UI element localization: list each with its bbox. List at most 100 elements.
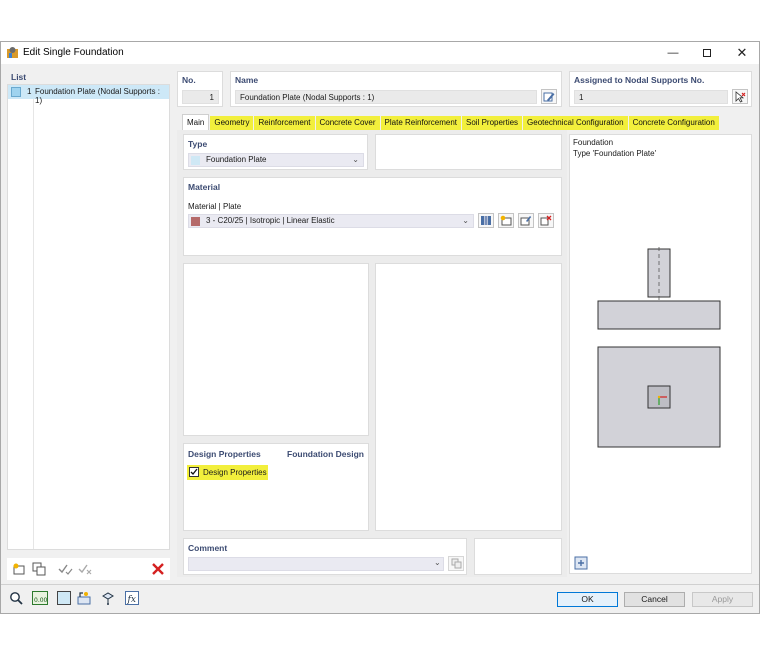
dialog-window: Edit Single Foundation — ✕ List 1 Founda… <box>0 41 760 614</box>
delete-icon <box>152 563 164 575</box>
color-button[interactable] <box>56 590 72 606</box>
new-item-button[interactable] <box>11 561 27 577</box>
preview-panel: Foundation Type 'Foundation Plate' <box>569 134 752 574</box>
new-item-icon <box>13 563 25 575</box>
check-all-button[interactable] <box>57 561 73 577</box>
comment-header: Comment <box>188 543 228 553</box>
comment-panel: Comment ⌄ <box>183 538 467 575</box>
comment-copy-icon <box>451 558 461 569</box>
list-header: List <box>11 72 27 82</box>
close-icon: ✕ <box>736 45 748 60</box>
main-tab-content: Type Foundation Plate ⌄ Material Materia… <box>177 130 567 577</box>
copy-item-button[interactable] <box>31 561 47 577</box>
tab-plate-reinforcement[interactable]: Plate Reinforcement <box>380 116 462 130</box>
material-remove-icon <box>540 215 552 226</box>
design-properties-checkbox[interactable] <box>189 467 199 477</box>
new-material-icon <box>500 215 512 226</box>
window-title: Edit Single Foundation <box>23 47 124 58</box>
tab-bar: Main Geometry Reinforcement Concrete Cov… <box>182 114 720 130</box>
new-material-button[interactable] <box>498 213 514 228</box>
uncheck-all-icon <box>78 564 92 575</box>
edit-pencil-icon <box>543 92 555 101</box>
list-item[interactable]: 1 Foundation Plate (Nodal Supports : 1) <box>8 85 169 105</box>
no-panel: No. 1 <box>177 71 223 107</box>
type-select[interactable]: Foundation Plate ⌄ <box>188 153 364 167</box>
no-field[interactable]: 1 <box>182 90 219 104</box>
view-button[interactable] <box>100 590 116 606</box>
svg-text:0.00: 0.00 <box>34 597 48 604</box>
library-books-icon <box>481 216 491 225</box>
chevron-down-icon: ⌄ <box>434 558 441 567</box>
tab-geotechnical-configuration[interactable]: Geotechnical Configuration <box>523 116 628 130</box>
svg-text:fx: fx <box>127 595 136 605</box>
units-button[interactable]: 0.00 <box>32 590 48 606</box>
design-properties-checkbox-row[interactable]: Design Properties <box>187 465 268 480</box>
edit-name-button[interactable] <box>541 89 557 104</box>
checkmark-icon <box>190 468 198 475</box>
select-nodal-supports-button[interactable] <box>732 89 748 104</box>
list-item-label: Foundation Plate (Nodal Supports : 1) <box>35 87 160 105</box>
left-blank-panel <box>183 263 369 436</box>
search-info-icon <box>10 592 23 605</box>
chevron-down-icon: ⌄ <box>462 216 469 225</box>
type-panel: Type Foundation Plate ⌄ <box>183 134 368 170</box>
formula-button[interactable]: fx <box>124 590 140 606</box>
right-blank-panel <box>375 263 562 531</box>
assigned-field[interactable]: 1 <box>574 90 728 104</box>
color-swatch-icon <box>57 591 71 605</box>
copy-icon <box>32 562 46 576</box>
bottom-divider <box>1 584 759 585</box>
maximize-button[interactable] <box>696 45 718 61</box>
uncheck-all-button[interactable] <box>77 561 93 577</box>
delete-material-button[interactable] <box>538 213 554 228</box>
display-settings-button[interactable] <box>76 590 92 606</box>
tab-concrete-cover[interactable]: Concrete Cover <box>315 116 380 130</box>
close-button[interactable]: ✕ <box>731 45 753 61</box>
list-panel: 1 Foundation Plate (Nodal Supports : 1) <box>7 84 170 550</box>
design-properties-panel: Design Properties Foundation Design Desi… <box>183 443 369 531</box>
preview-options-button[interactable] <box>573 555 589 570</box>
tab-geometry[interactable]: Geometry <box>210 116 254 130</box>
tab-soil-properties[interactable]: Soil Properties <box>462 116 523 130</box>
comment-side-panel <box>474 538 562 575</box>
view-model-icon <box>102 592 114 605</box>
design-properties-header: Design Properties <box>188 449 261 459</box>
type-side-panel <box>375 134 562 170</box>
tab-reinforcement[interactable]: Reinforcement <box>254 116 315 130</box>
type-header: Type <box>188 139 208 149</box>
list-divider <box>33 99 34 549</box>
list-toolbar <box>7 558 170 580</box>
delete-item-button[interactable] <box>150 561 166 577</box>
material-panel: Material Material | Plate 3 - C20/25 | I… <box>183 177 562 256</box>
pick-cursor-icon <box>735 90 746 103</box>
minimize-icon: — <box>667 47 679 59</box>
preview-options-icon <box>574 556 588 569</box>
comment-select[interactable] <box>188 557 444 571</box>
edit-material-button[interactable] <box>518 213 534 228</box>
material-library-button[interactable] <box>478 213 494 228</box>
ok-button[interactable]: OK <box>557 592 618 607</box>
foundation-preview-drawing <box>597 247 721 448</box>
app-icon <box>6 46 19 59</box>
apply-button[interactable]: Apply <box>692 592 753 607</box>
material-label: Material | Plate <box>188 202 242 211</box>
material-header: Material <box>188 182 221 192</box>
foundation-design-header: Foundation Design <box>287 449 364 459</box>
comment-library-button[interactable] <box>448 556 464 571</box>
design-properties-label: Design Properties <box>203 468 267 477</box>
tab-main[interactable]: Main <box>182 114 210 130</box>
assigned-panel: Assigned to Nodal Supports No. 1 <box>569 71 752 107</box>
foundation-color-icon <box>11 87 21 97</box>
material-value: 3 - C20/25 | Isotropic | Linear Elastic <box>206 216 335 225</box>
material-select[interactable]: 3 - C20/25 | Isotropic | Linear Elastic … <box>188 214 474 228</box>
units-decimal-icon: 0.00 <box>32 591 48 605</box>
info-button[interactable] <box>8 590 24 606</box>
chevron-down-icon: ⌄ <box>352 155 359 164</box>
name-field[interactable]: Foundation Plate (Nodal Supports : 1) <box>235 90 537 104</box>
minimize-button[interactable]: — <box>662 45 684 61</box>
assigned-label: Assigned to Nodal Supports No. <box>574 75 705 85</box>
cancel-button[interactable]: Cancel <box>624 592 685 607</box>
type-value: Foundation Plate <box>206 155 267 164</box>
tab-concrete-configuration[interactable]: Concrete Configuration <box>628 116 719 130</box>
display-settings-icon <box>77 592 91 605</box>
